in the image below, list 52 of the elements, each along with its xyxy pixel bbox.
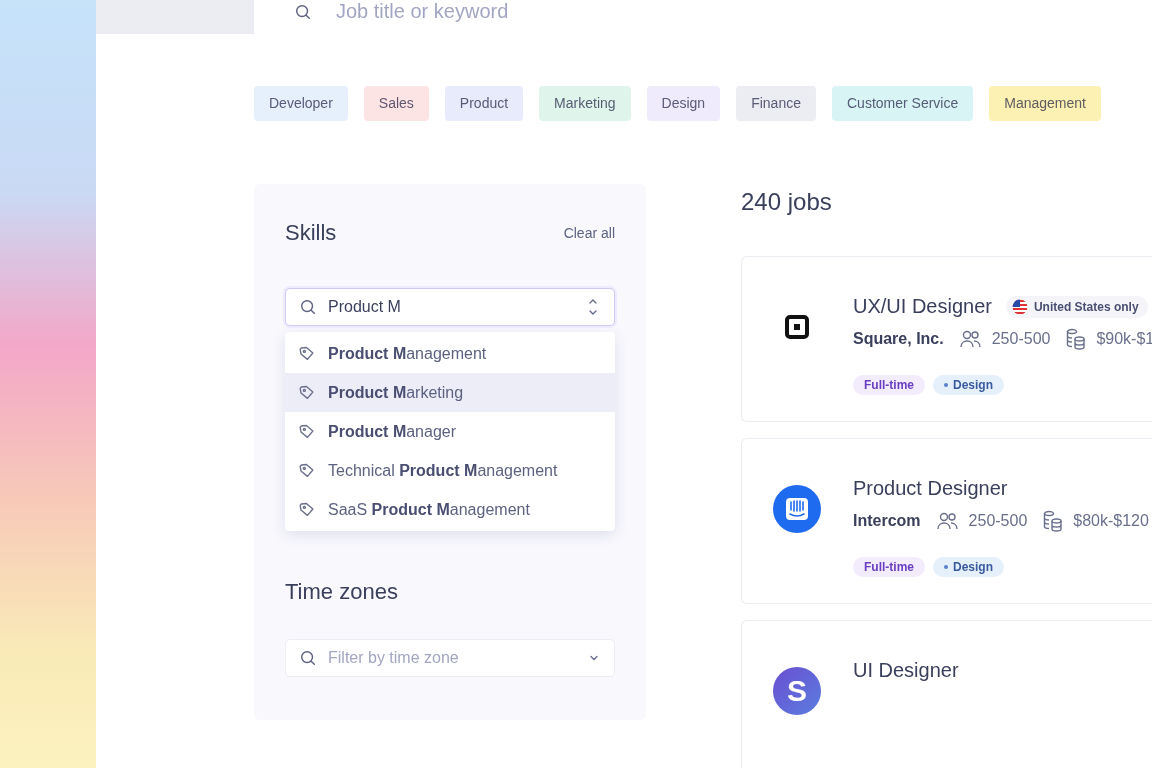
salary-range: $80k-$120	[1073, 512, 1149, 530]
search-icon	[299, 298, 317, 316]
job-title[interactable]: UX/UI Designer	[853, 295, 992, 318]
category-tag[interactable]: Finance	[736, 86, 816, 121]
category-tag[interactable]: Marketing	[539, 86, 631, 121]
suggestion-item[interactable]: Product Manager	[285, 412, 615, 451]
job-type-tag: Full-time	[853, 557, 925, 577]
chevron-down-icon	[589, 654, 599, 662]
tag-icon	[298, 423, 315, 440]
tag-icon	[298, 501, 315, 518]
category-tag[interactable]: Management	[989, 86, 1101, 121]
company-name: Square, Inc.	[853, 330, 944, 348]
job-card[interactable]: S UI Designer	[741, 620, 1152, 768]
job-card[interactable]: Product Designer Intercom 250-500 $80k-$120 Full-time Design	[741, 438, 1152, 604]
search-icon	[299, 649, 317, 667]
suggestion-item[interactable]: Product Management	[285, 334, 615, 373]
people-icon	[936, 511, 959, 531]
company-size: 250-500	[991, 330, 1051, 348]
section-title: Skills	[285, 220, 337, 246]
job-type-tag: Full-time	[853, 375, 925, 395]
coins-icon	[1066, 328, 1087, 350]
up-down-chevron-icon	[587, 297, 599, 317]
job-title[interactable]: UI Designer	[853, 659, 959, 682]
flag-icon	[1011, 298, 1028, 315]
category-tag[interactable]: Developer	[254, 86, 348, 121]
company-size: 250-500	[968, 512, 1028, 530]
suggestion-item[interactable]: Product Marketing	[285, 373, 615, 412]
company-logo: S	[773, 667, 821, 715]
time-zone-field[interactable]: Filter by time zone	[285, 639, 615, 677]
category-tag[interactable]: Sales	[363, 86, 429, 121]
search-icon	[294, 2, 312, 21]
search-field[interactable]: Job title or keyword	[336, 0, 736, 23]
category-tag: Design	[933, 557, 1004, 577]
chat-logo-icon	[773, 485, 821, 533]
category-tag[interactable]: Customer Service	[832, 86, 974, 121]
tag-icon	[298, 384, 315, 401]
tag-icon	[298, 462, 315, 479]
category-tag[interactable]: Design	[646, 86, 721, 121]
job-title[interactable]: Product Designer	[853, 477, 1008, 500]
company-name: Intercom	[853, 512, 921, 530]
location-badge: United States only	[1005, 295, 1148, 318]
coins-icon	[1043, 510, 1064, 532]
people-icon	[959, 329, 982, 349]
suggestion-item[interactable]: Technical Product Management	[285, 451, 615, 490]
clear-all-link[interactable]: Clear all	[563, 225, 615, 241]
skills-search-field[interactable]: Product M	[285, 288, 615, 326]
category-tag: Design	[933, 375, 1004, 395]
tag-icon	[298, 345, 315, 362]
category-tag[interactable]: Product	[444, 86, 524, 121]
section-title: Time zones	[285, 579, 399, 605]
suggestion-item[interactable]: SaaS Product Management	[285, 490, 615, 529]
job-count: 240 jobs	[741, 188, 833, 216]
